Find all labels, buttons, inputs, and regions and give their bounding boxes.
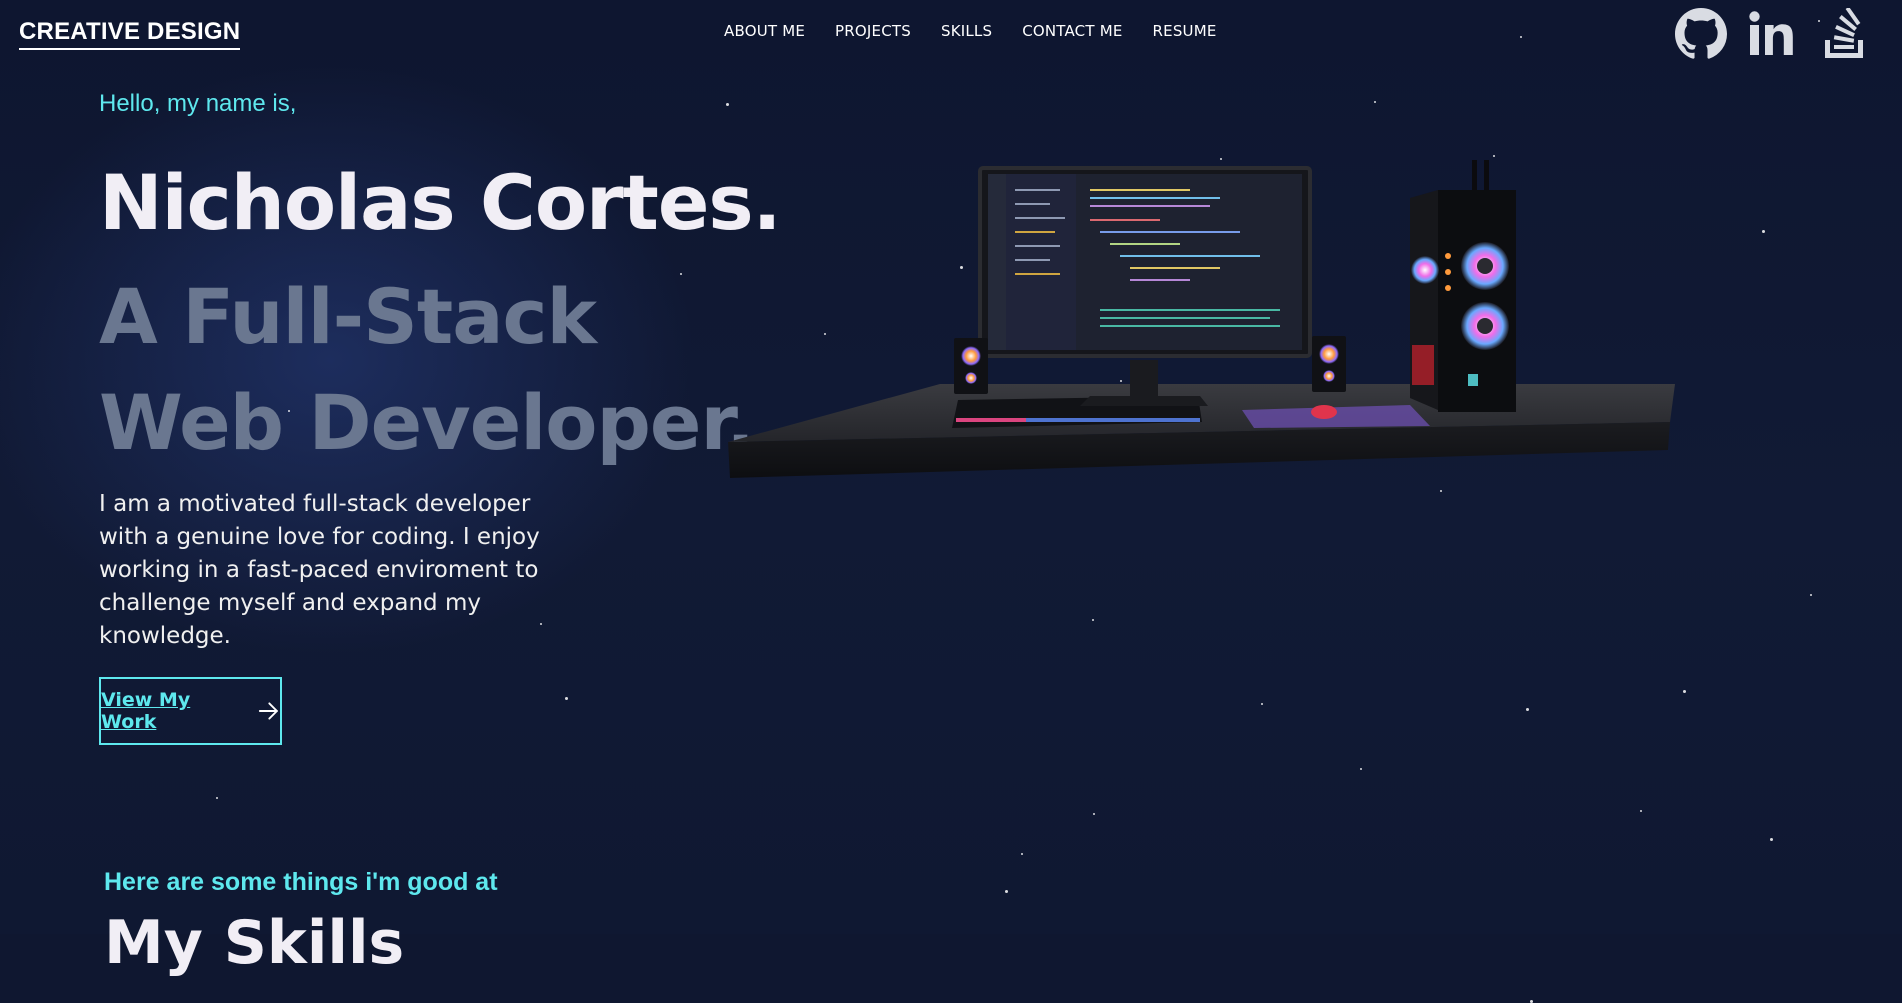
hero-role-line1: A Full-Stack	[99, 272, 597, 361]
star	[1021, 853, 1023, 855]
mouse	[1311, 405, 1337, 419]
star	[1640, 810, 1642, 812]
main-nav: ABOUT ME PROJECTS SKILLS CONTACT ME RESU…	[724, 22, 1247, 40]
star	[1374, 101, 1376, 103]
star	[726, 103, 729, 106]
star	[1683, 690, 1686, 693]
star	[1520, 36, 1522, 38]
stackoverflow-icon[interactable]	[1819, 8, 1871, 60]
star	[1762, 230, 1765, 233]
star	[565, 697, 568, 700]
hero-intro: I am a motivated full-stack developer wi…	[99, 491, 540, 649]
github-icon[interactable]	[1675, 8, 1727, 60]
desk-3d-scene[interactable]	[720, 160, 1680, 490]
right-speaker	[1312, 336, 1346, 392]
hero-greeting: Hello, my name is,	[99, 90, 297, 117]
hero-name: Nicholas Cortes.	[99, 158, 782, 247]
star	[1261, 703, 1263, 705]
skills-title: My Skills	[104, 908, 405, 978]
star	[1440, 490, 1442, 492]
star	[216, 797, 218, 799]
social-links	[1675, 8, 1871, 60]
star	[1005, 890, 1008, 893]
star	[1092, 619, 1094, 621]
skills-subtitle: Here are some things i'm good at	[104, 868, 498, 896]
hero-role: A Full-Stack Web Developer.	[99, 264, 755, 476]
nav-about-me[interactable]: ABOUT ME	[724, 22, 805, 40]
star	[1093, 813, 1095, 815]
site-logo[interactable]: CREATIVE DESIGN	[19, 18, 241, 50]
star	[1770, 838, 1773, 841]
nav-skills[interactable]: SKILLS	[941, 22, 992, 40]
left-speaker	[954, 338, 988, 394]
arrow-right-icon	[259, 702, 279, 720]
star	[1810, 594, 1812, 596]
pc-tower	[1410, 160, 1516, 412]
hero-role-line2: Web Developer.	[99, 378, 755, 467]
view-my-work-button[interactable]: View My Work	[99, 677, 282, 745]
nav-resume[interactable]: RESUME	[1153, 22, 1217, 40]
nav-projects[interactable]: PROJECTS	[835, 22, 911, 40]
view-my-work-label: View My Work	[101, 689, 191, 733]
star	[1360, 768, 1362, 770]
star	[1493, 155, 1495, 157]
star	[1526, 708, 1529, 711]
nav-contact-me[interactable]: CONTACT ME	[1022, 22, 1122, 40]
linkedin-icon[interactable]	[1747, 8, 1799, 60]
